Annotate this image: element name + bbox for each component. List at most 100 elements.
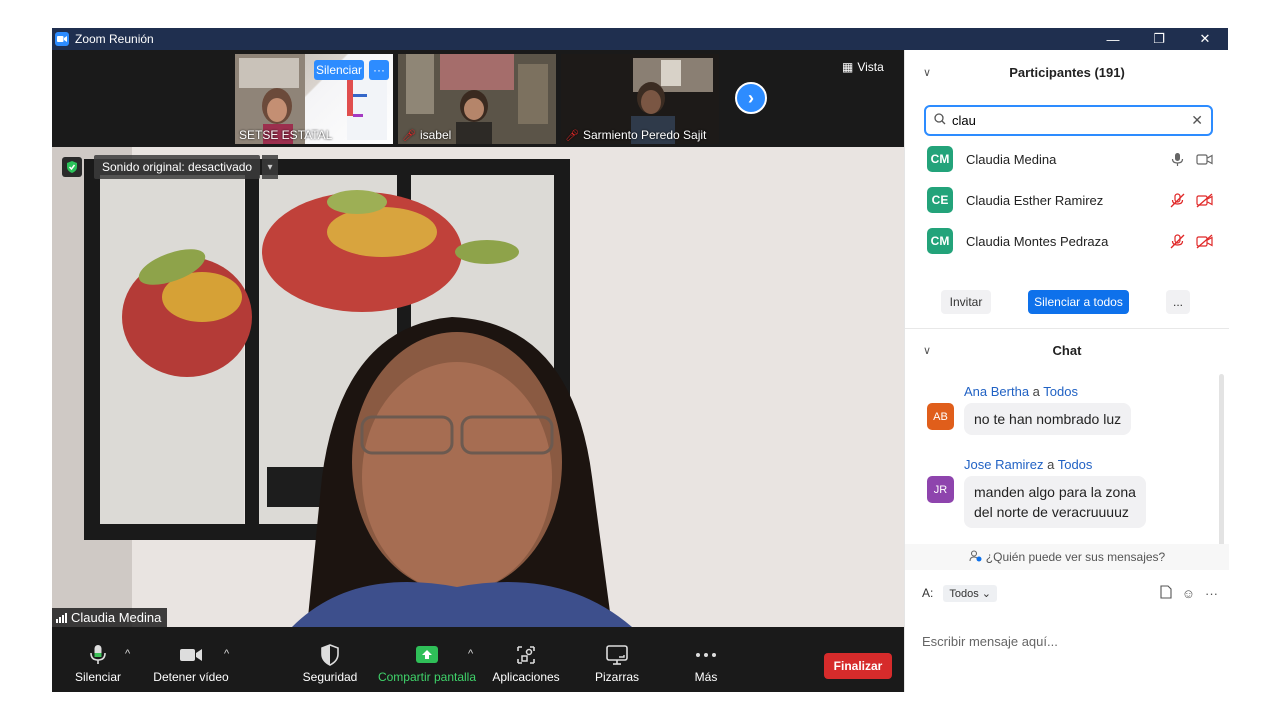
- window-title: Zoom Reunión: [75, 32, 154, 46]
- avatar: JR: [927, 476, 954, 503]
- message-text: manden algo para la zona del norte de ve…: [964, 476, 1146, 528]
- security-button[interactable]: Seguridad: [300, 636, 360, 692]
- grid-icon: ▦: [842, 60, 854, 74]
- thumbnail-name-row: 🎤︎ isabel: [402, 128, 451, 142]
- restore-button[interactable]: ❐: [1136, 28, 1182, 50]
- security-label: Seguridad: [302, 670, 358, 684]
- message-recipient[interactable]: Todos: [1043, 384, 1078, 399]
- message-body: JR manden algo para la zona del norte de…: [927, 476, 1217, 528]
- share-screen-icon: [416, 646, 438, 663]
- mic-muted-icon: 🎤︎: [402, 129, 416, 142]
- chat-scrollbar[interactable]: [1219, 374, 1224, 564]
- recipient-select[interactable]: Todos ⌄: [943, 584, 997, 602]
- participant-row[interactable]: CE Claudia Esther Ramirez: [927, 185, 1213, 215]
- participants-title: Participantes (191): [1009, 64, 1125, 80]
- video-camera-icon: [180, 649, 202, 661]
- chat-header: ∨ Chat: [905, 338, 1229, 362]
- whiteboards-label: Pizarras: [594, 670, 639, 684]
- microphone-muted-icon[interactable]: [1169, 192, 1186, 208]
- invite-button[interactable]: Invitar: [941, 290, 991, 314]
- chat-message: Jose Ramirez a Todos JR manden algo para…: [927, 457, 1217, 528]
- original-sound-caret[interactable]: ▾: [262, 155, 278, 179]
- apps-label: Aplicaciones: [492, 670, 560, 684]
- video-off-icon[interactable]: [1196, 193, 1213, 208]
- thumbnail-name: isabel: [419, 128, 452, 142]
- collapse-chevron-icon[interactable]: ∨: [923, 66, 931, 79]
- shield-icon[interactable]: [62, 157, 82, 177]
- avatar: CM: [927, 146, 953, 172]
- mute-button[interactable]: Silenciar: [70, 636, 126, 692]
- more-button[interactable]: Más: [686, 636, 726, 692]
- silence-thumbnail-button[interactable]: Silenciar: [314, 60, 364, 80]
- more-options-icon[interactable]: ···: [1205, 586, 1218, 601]
- title-bar: Zoom Reunión — ❐ ✕: [52, 28, 1228, 50]
- message-sender[interactable]: Jose Ramirez: [964, 457, 1043, 472]
- apps-icon: [517, 646, 535, 664]
- stop-video-label: Detener vídeo: [153, 670, 229, 684]
- thumbnail-name: SETSE ESTATAL: [239, 128, 333, 142]
- main-video[interactable]: Sonido original: desactivado ▾ Claudia M…: [52, 147, 904, 627]
- avatar: CE: [927, 187, 953, 213]
- minimize-button[interactable]: —: [1090, 28, 1136, 50]
- zoom-app-icon: [55, 32, 69, 46]
- clear-search-icon[interactable]: ✕: [1191, 112, 1203, 129]
- video-off-icon[interactable]: [1196, 234, 1213, 249]
- speaker-name-tag: Claudia Medina: [52, 608, 168, 627]
- chevron-down-icon: ⌄: [981, 587, 991, 600]
- video-options-caret[interactable]: ^: [224, 648, 229, 660]
- thumbnail-strip: Silenciar ··· SETSE ESTATAL 🎤︎ isabel 🎤︎…: [52, 50, 904, 147]
- microphone-icon[interactable]: [1169, 152, 1186, 167]
- video-camera-icon[interactable]: [1196, 152, 1213, 167]
- video-thumbnail[interactable]: Silenciar ··· SETSE ESTATAL: [235, 54, 393, 144]
- message-body: AB no te han nombrado luz: [927, 403, 1217, 435]
- emoji-icon[interactable]: ☺: [1182, 586, 1195, 601]
- message-line: manden algo para la zona: [974, 484, 1136, 500]
- signal-strength-icon: [56, 612, 67, 623]
- share-screen-button[interactable]: Compartir pantalla: [376, 636, 478, 692]
- chat-title: Chat: [1052, 342, 1082, 358]
- video-thumbnail[interactable]: 🎤︎ isabel: [398, 54, 556, 144]
- audio-options-caret[interactable]: ^: [125, 648, 130, 660]
- participant-row[interactable]: CM Claudia Medina: [927, 144, 1213, 174]
- collapse-chevron-icon[interactable]: ∨: [923, 344, 931, 357]
- chat-message: Ana Bertha a Todos AB no te han nombrado…: [927, 384, 1217, 435]
- thumbnail-more-button[interactable]: ···: [369, 60, 389, 80]
- person-icon: [969, 549, 982, 565]
- close-button[interactable]: ✕: [1182, 28, 1228, 50]
- original-sound-toggle[interactable]: Sonido original: desactivado: [94, 155, 261, 179]
- who-can-see-label: ¿Quién puede ver sus mensajes?: [985, 550, 1166, 564]
- participant-search-input[interactable]: clau ✕: [924, 105, 1213, 136]
- participants-more-button[interactable]: ...: [1166, 290, 1190, 314]
- message-recipient[interactable]: Todos: [1058, 457, 1093, 472]
- participant-row[interactable]: CM Claudia Montes Pedraza: [927, 226, 1213, 256]
- panel-divider: [905, 328, 1229, 329]
- share-options-caret[interactable]: ^: [468, 648, 473, 660]
- avatar: AB: [927, 403, 954, 430]
- video-thumbnail[interactable]: 🎤︎ Sarmiento Peredo Sajit: [561, 54, 719, 144]
- message-line: del norte de veracruuuuz: [974, 504, 1129, 520]
- end-meeting-button[interactable]: Finalizar: [824, 653, 892, 679]
- security-shield-icon: [321, 644, 339, 666]
- microphone-muted-icon[interactable]: [1169, 233, 1186, 249]
- next-page-button[interactable]: ›: [735, 82, 767, 114]
- recipient-label: A:: [922, 586, 934, 600]
- mute-all-button[interactable]: Silenciar a todos: [1028, 290, 1129, 314]
- file-icon[interactable]: [1160, 584, 1172, 602]
- avatar: CM: [927, 228, 953, 254]
- thumbnail-name-row: 🎤︎ Sarmiento Peredo Sajit: [565, 128, 706, 142]
- who-can-see-link[interactable]: ¿Quién puede ver sus mensajes?: [905, 544, 1229, 570]
- stop-video-button[interactable]: Detener vídeo: [152, 636, 230, 692]
- mute-label: Silenciar: [74, 670, 122, 684]
- message-connector: a: [1032, 384, 1040, 399]
- recipient-row: A: Todos ⌄ ☺ ···: [922, 582, 1218, 604]
- chat-message-input[interactable]: Escribir mensaje aquí...: [922, 634, 1058, 649]
- message-header: Jose Ramirez a Todos: [964, 457, 1217, 472]
- share-screen-label: Compartir pantalla: [377, 670, 477, 684]
- speaker-video-image: [52, 147, 904, 627]
- view-button[interactable]: ▦ Vista: [842, 60, 884, 74]
- recipient-value: Todos: [949, 587, 979, 600]
- whiteboards-button[interactable]: Pizarras: [590, 636, 644, 692]
- apps-button[interactable]: Aplicaciones: [490, 636, 562, 692]
- video-stage: Silenciar ··· SETSE ESTATAL 🎤︎ isabel 🎤︎…: [52, 50, 904, 636]
- message-sender[interactable]: Ana Bertha: [964, 384, 1029, 399]
